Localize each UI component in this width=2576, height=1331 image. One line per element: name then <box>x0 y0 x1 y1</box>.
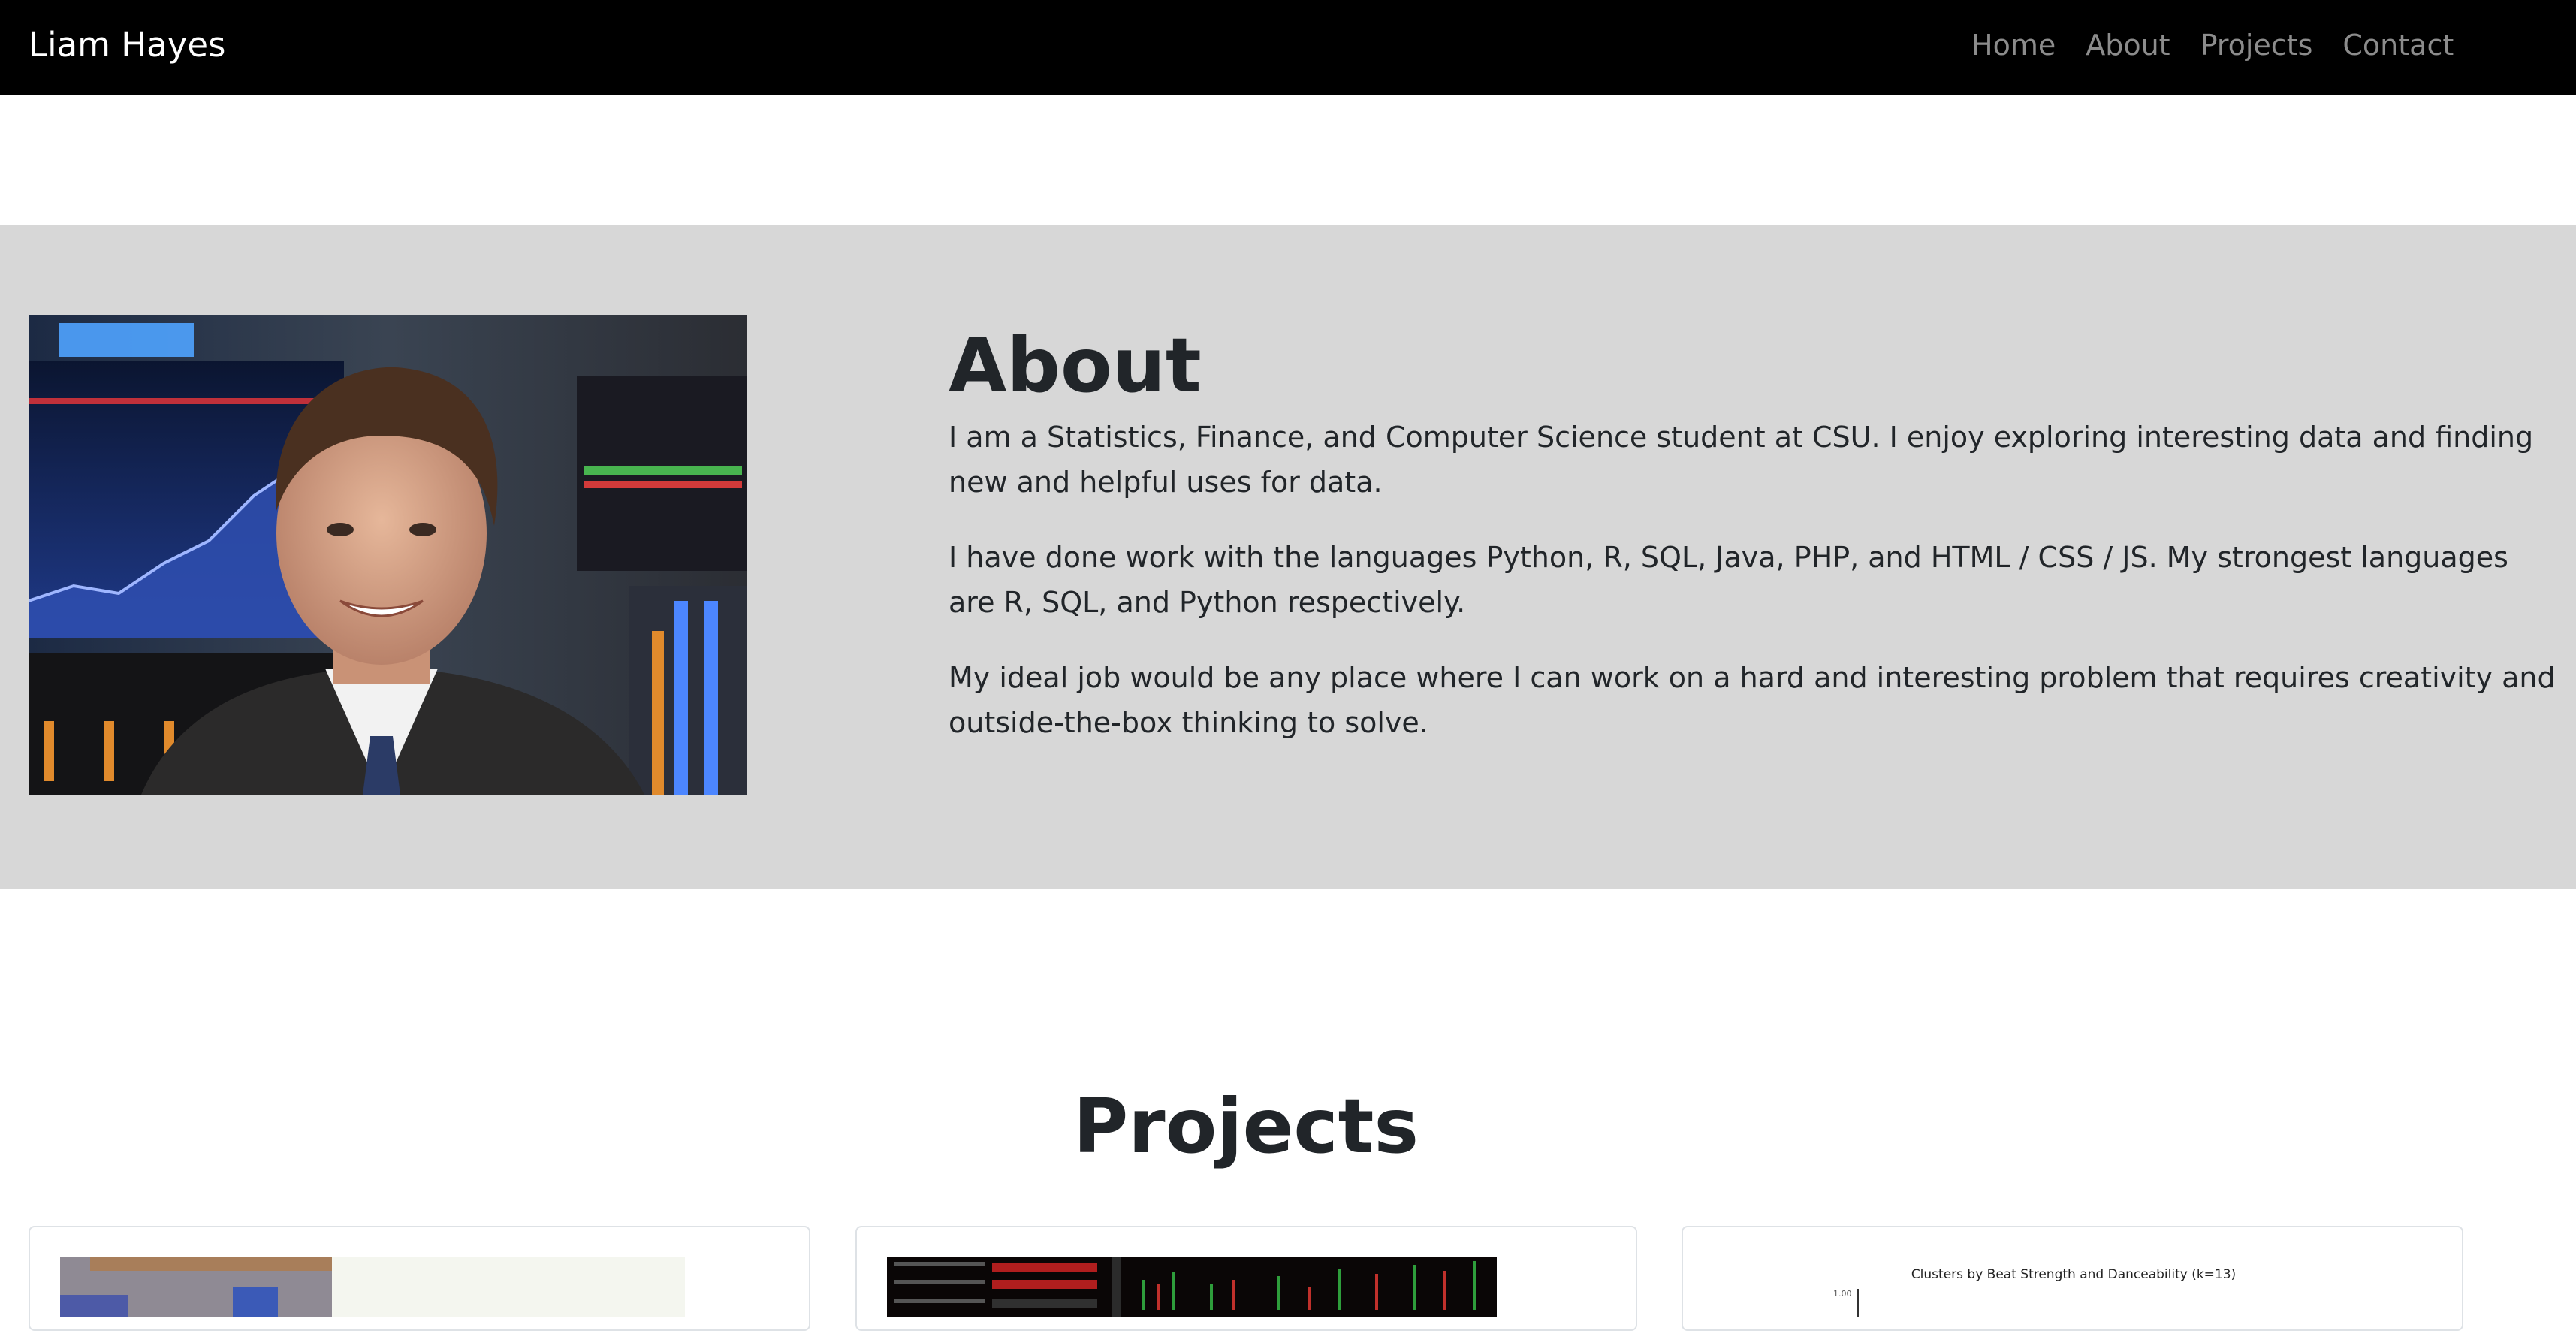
navbar: Liam Hayes Home About Projects Contact <box>0 0 2576 95</box>
project-thumbnail-3[interactable]: Clusters by Beat Strength and Danceabili… <box>1833 1257 2314 1317</box>
thumbnail-chart-title: Clusters by Beat Strength and Danceabili… <box>1911 1267 2237 1282</box>
nav-about-link[interactable]: About <box>2086 23 2170 68</box>
project-thumbnail-1[interactable] <box>60 1257 332 1317</box>
about-section: About I am a Statistics, Finance, and Co… <box>0 225 2576 889</box>
project-card-1[interactable] <box>29 1226 810 1331</box>
about-paragraph-2: I have done work with the languages Pyth… <box>949 541 2508 619</box>
nav-contact-link[interactable]: Contact <box>2342 23 2454 68</box>
project-card-2[interactable] <box>855 1226 1637 1331</box>
project-card-3[interactable]: Clusters by Beat Strength and Danceabili… <box>1682 1226 2463 1331</box>
nav-links: Home About Projects Contact <box>1971 23 2454 68</box>
projects-title: Projects <box>1072 1082 1419 1170</box>
nav-projects-link[interactable]: Projects <box>2200 23 2313 68</box>
thumbnail-chart-ytick: 1.00 <box>1833 1289 1852 1299</box>
portrait-photo <box>29 315 747 795</box>
nav-home-link[interactable]: Home <box>1971 23 2056 68</box>
project-thumbnail-1-background <box>332 1257 685 1317</box>
project-thumbnail-2[interactable] <box>887 1257 1497 1317</box>
about-paragraph-1: I am a Statistics, Finance, and Computer… <box>949 421 2534 499</box>
thumbnail-chart-axis <box>1857 1289 1859 1317</box>
about-text: About I am a Statistics, Finance, and Co… <box>949 317 2556 775</box>
about-title: About <box>949 321 1202 409</box>
brand-link[interactable]: Liam Hayes <box>29 21 225 69</box>
about-paragraph-3: My ideal job would be any place where I … <box>949 661 2556 739</box>
